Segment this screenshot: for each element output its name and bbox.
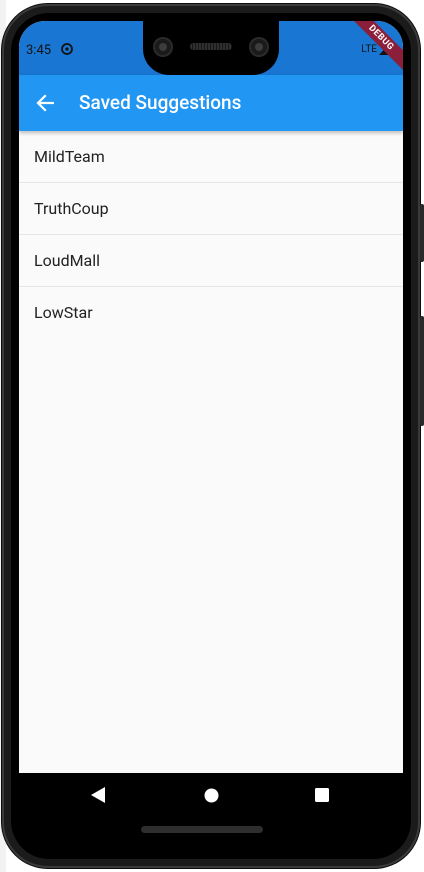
sync-icon bbox=[61, 43, 73, 55]
device-screen: 3:45 LTE Saved Suggestions MildTeam Trut… bbox=[19, 21, 403, 817]
nav-recents-button[interactable] bbox=[313, 786, 331, 804]
nav-back-button[interactable] bbox=[89, 786, 107, 804]
triangle-back-icon bbox=[91, 787, 105, 803]
list-item[interactable]: TruthCoup bbox=[19, 183, 403, 235]
saved-suggestions-list: MildTeam TruthCoup LoudMall LowStar bbox=[19, 131, 403, 338]
status-time: 3:45 bbox=[26, 43, 52, 58]
square-recents-icon bbox=[315, 788, 329, 802]
front-camera-right bbox=[249, 37, 269, 57]
back-button[interactable] bbox=[29, 87, 61, 119]
circle-home-icon bbox=[204, 788, 218, 802]
phone-bezel: 3:45 LTE Saved Suggestions MildTeam Trut… bbox=[11, 13, 411, 859]
list-item[interactable]: LowStar bbox=[19, 287, 403, 338]
system-nav-bar bbox=[19, 773, 403, 817]
earpiece-speaker bbox=[190, 43, 232, 50]
page-title: Saved Suggestions bbox=[79, 91, 242, 114]
volume-rocker bbox=[420, 316, 424, 426]
app-bar: Saved Suggestions bbox=[19, 75, 403, 131]
power-button bbox=[420, 204, 424, 262]
network-type: LTE bbox=[361, 44, 377, 55]
nav-home-button[interactable] bbox=[202, 786, 220, 804]
bottom-speaker bbox=[141, 826, 263, 833]
list-item[interactable]: LoudMall bbox=[19, 235, 403, 287]
arrow-back-icon bbox=[36, 94, 54, 112]
camera-notch bbox=[143, 21, 279, 75]
list-item[interactable]: MildTeam bbox=[19, 131, 403, 183]
front-camera-left bbox=[153, 37, 173, 57]
phone-frame: 3:45 LTE Saved Suggestions MildTeam Trut… bbox=[2, 4, 424, 868]
